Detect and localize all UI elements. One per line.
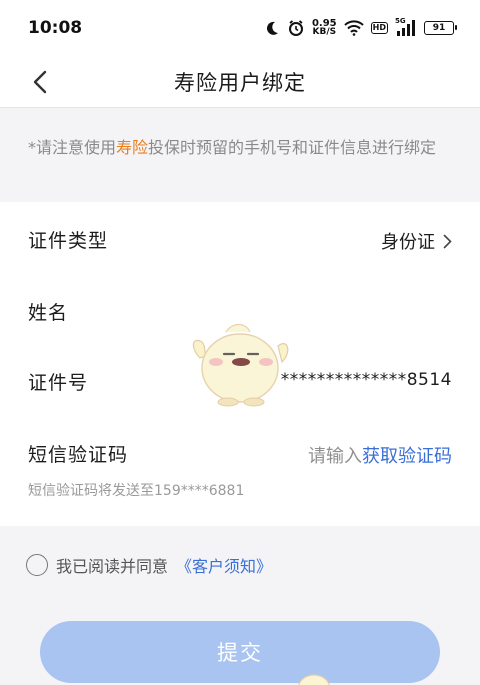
get-code-button[interactable]: 获取验证码 bbox=[362, 442, 452, 468]
status-icons: 0.95 KB/S HD 5G 91 bbox=[264, 16, 457, 40]
wifi-icon bbox=[343, 20, 364, 36]
moon-icon bbox=[266, 21, 278, 35]
notice-prefix: *请注意使用 bbox=[28, 138, 117, 157]
id-type-select[interactable]: 身份证 bbox=[381, 228, 452, 254]
id-number-field[interactable]: **************8514 bbox=[281, 370, 452, 390]
id-type-label: 证件类型 bbox=[28, 230, 109, 252]
page-title: 寿险用户绑定 bbox=[174, 71, 306, 95]
id-type-row[interactable]: 证件类型 身份证 bbox=[0, 204, 480, 274]
sms-code-label: 短信验证码 bbox=[28, 444, 129, 466]
submit-button[interactable]: 提交 bbox=[40, 621, 440, 683]
agreement-radio[interactable] bbox=[26, 554, 48, 576]
chevron-right-icon bbox=[443, 234, 452, 248]
mascot-sticker-peek bbox=[298, 674, 330, 685]
battery-icon: 91 bbox=[424, 21, 457, 35]
net-speed-unit: KB/S bbox=[312, 27, 337, 37]
hd-badge: HD bbox=[370, 22, 388, 34]
nav-bar: 寿险用户绑定 bbox=[0, 56, 480, 108]
sms-hint: 短信验证码将发送至159****6881 bbox=[28, 483, 245, 499]
signal-icon: 5G bbox=[395, 17, 417, 37]
agreement-row: 我已阅读并同意 《客户须知》 bbox=[26, 552, 272, 578]
status-time: 10:08 bbox=[28, 18, 83, 38]
sms-code-input[interactable]: 请输入 bbox=[308, 442, 362, 468]
signal-label: 5G bbox=[395, 17, 406, 25]
notice-highlight: 寿险 bbox=[116, 138, 149, 157]
id-number-label: 证件号 bbox=[28, 372, 89, 394]
net-speed: 0.95 KB/S bbox=[312, 19, 337, 37]
mascot-sticker bbox=[192, 323, 289, 407]
sms-code-row: 短信验证码 请输入 获取验证码 bbox=[0, 418, 480, 488]
customer-notice-link[interactable]: 《客户须知》 bbox=[176, 553, 272, 577]
status-bar: 10:08 0.95 KB/S HD 5G 91 bbox=[0, 0, 480, 56]
battery-level: 91 bbox=[432, 23, 446, 33]
agreement-text: 我已阅读并同意 bbox=[56, 557, 169, 576]
name-label: 姓名 bbox=[28, 302, 69, 324]
notice-text: *请注意使用寿险投保时预留的手机号和证件信息进行绑定 bbox=[28, 136, 458, 160]
alarm-icon bbox=[288, 20, 303, 36]
id-type-value: 身份证 bbox=[381, 232, 435, 253]
notice-suffix: 投保时预留的手机号和证件信息进行绑定 bbox=[148, 138, 437, 157]
